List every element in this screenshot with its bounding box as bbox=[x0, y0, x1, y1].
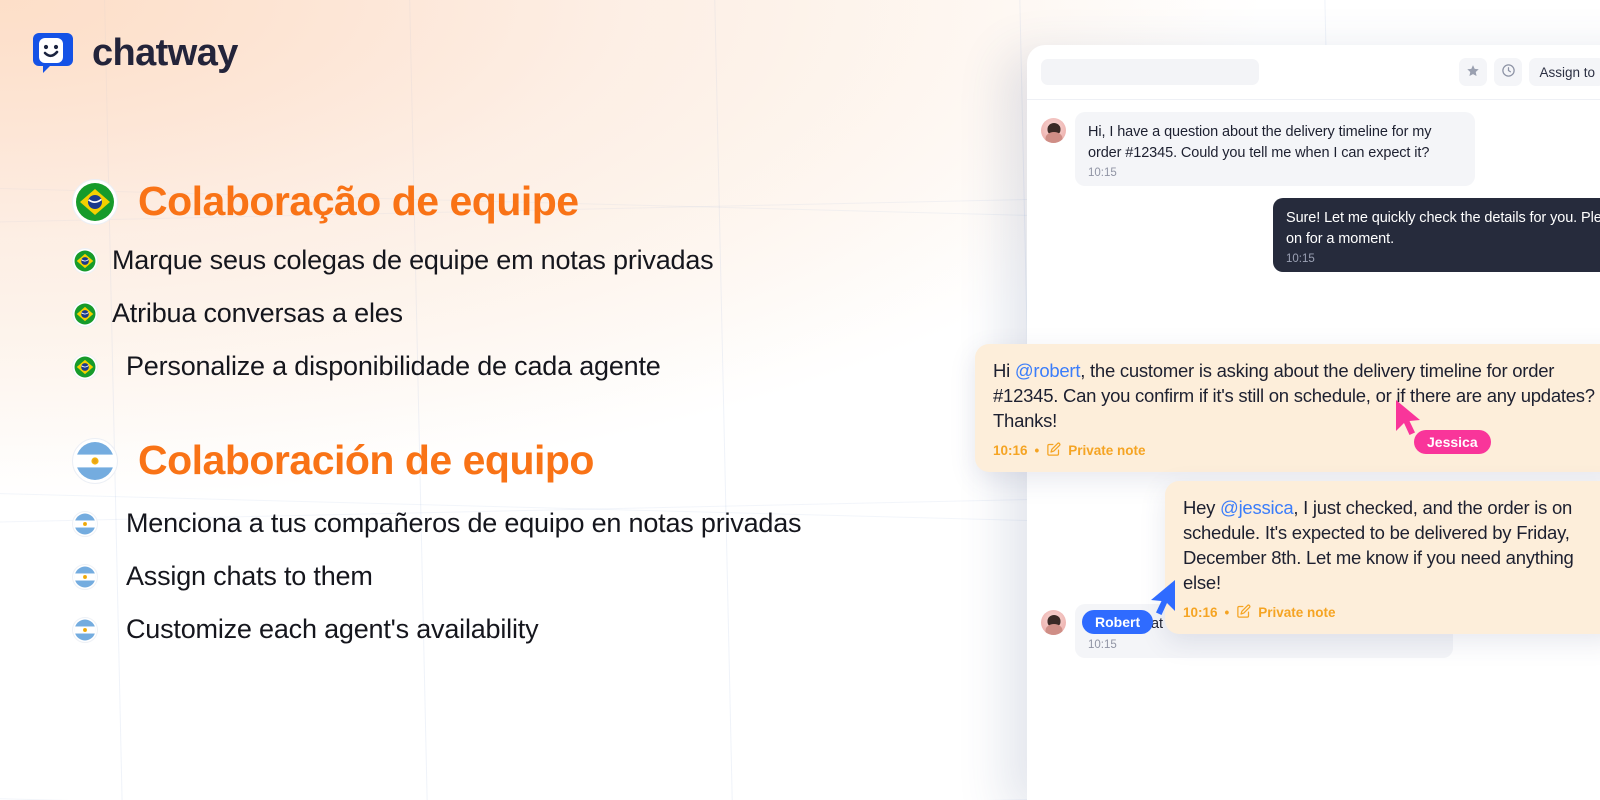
note-body: , the customer is asking about the deliv… bbox=[993, 360, 1595, 431]
list-item-label: Assign chats to them bbox=[126, 561, 373, 591]
header-actions: Assign to Res bbox=[1459, 58, 1600, 86]
message-time: 10:15 bbox=[1088, 167, 1117, 180]
message-text: Sure! Let me quickly check the details f… bbox=[1286, 210, 1600, 247]
brazil-flag-icon bbox=[72, 353, 98, 380]
message-time: 10:15 bbox=[1088, 639, 1117, 652]
argentina-flag-icon bbox=[72, 563, 98, 590]
section-title: Colaboración de equipo bbox=[138, 437, 594, 483]
list-item-label: Personalize a disponibilidade de cada ag… bbox=[126, 351, 661, 381]
cursor-label: Robert bbox=[1082, 610, 1154, 634]
cursor-robert: Robert bbox=[1082, 578, 1179, 634]
argentina-flag-icon bbox=[72, 616, 98, 643]
list-item-label: Menciona a tus compañeros de equipo en n… bbox=[126, 508, 802, 538]
list-item: Menciona a tus compañeros de equipo en n… bbox=[72, 508, 802, 539]
list-item-label: Customize each agent's availability bbox=[126, 614, 539, 644]
marketing-column: chatway Colaboração de equipe Marque seu… bbox=[0, 0, 1030, 800]
list-item: Customize each agent's availability bbox=[72, 614, 801, 645]
clock-icon bbox=[1501, 63, 1516, 81]
note-meta: 10:16 • Private note bbox=[993, 442, 1600, 460]
note-separator: • bbox=[1224, 605, 1230, 621]
table-row: Hi, I have a question about the delivery… bbox=[1041, 112, 1600, 187]
table-row: Sure! Let me quickly check the details f… bbox=[1041, 198, 1600, 273]
brazil-flag-icon bbox=[72, 178, 118, 225]
message-time: 10:15 bbox=[1286, 253, 1315, 266]
private-note-robert: Hey @jessica, I just checked, and the or… bbox=[1165, 481, 1600, 634]
note-separator: • bbox=[1034, 443, 1040, 459]
bullet-list-pt-br: Marque seus colegas de equipe em notas p… bbox=[72, 245, 714, 382]
section-heading-es-ar: Colaboración de equipo bbox=[72, 437, 801, 484]
chat-panel-header: Assign to Res bbox=[1027, 45, 1600, 100]
cursor-label: Jessica bbox=[1414, 430, 1491, 454]
section-heading-pt-br: Colaboração de equipe bbox=[72, 178, 713, 225]
mention-jessica[interactable]: @jessica bbox=[1220, 497, 1294, 518]
mention-robert[interactable]: @robert bbox=[1015, 360, 1081, 381]
brand-lockup: chatway bbox=[30, 30, 238, 76]
star-icon bbox=[1466, 64, 1480, 81]
list-item: Atribua conversas a eles bbox=[72, 298, 713, 329]
brazil-flag-icon bbox=[72, 300, 98, 327]
note-time: 10:16 bbox=[1183, 605, 1218, 621]
customer-avatar bbox=[1041, 118, 1066, 143]
message-bubble-outgoing: Sure! Let me quickly check the details f… bbox=[1273, 198, 1600, 273]
bullet-list-es-ar: Menciona a tus compañeros de equipo en n… bbox=[72, 508, 802, 645]
list-item: Assign chats to them bbox=[72, 561, 801, 592]
list-item-label: Marque seus colegas de equipe em notas p… bbox=[112, 245, 714, 275]
cursor-jessica: Jessica bbox=[1392, 398, 1491, 454]
message-bubble-incoming: Hi, I have a question about the delivery… bbox=[1075, 112, 1475, 187]
section-title: Colaboração de equipe bbox=[138, 178, 579, 224]
argentina-flag-icon bbox=[72, 437, 118, 484]
conversation-title-placeholder bbox=[1041, 59, 1259, 85]
assign-to-button[interactable]: Assign to bbox=[1529, 58, 1600, 86]
star-button[interactable] bbox=[1459, 58, 1488, 86]
brazil-flag-icon bbox=[72, 247, 98, 274]
section-es-ar: Colaboración de equipo Menciona a tus co… bbox=[72, 437, 802, 645]
pencil-square-icon bbox=[1236, 604, 1251, 622]
note-meta: 10:16 • Private note bbox=[1183, 604, 1600, 622]
private-note-jessica: Hi @robert, the customer is asking about… bbox=[975, 344, 1600, 472]
note-label: Private note bbox=[1068, 443, 1146, 459]
section-pt-br: Colaboração de equipe Marque seus colega… bbox=[72, 178, 714, 382]
customer-avatar bbox=[1041, 610, 1066, 636]
list-item: Personalize a disponibilidade de cada ag… bbox=[72, 351, 713, 382]
list-item: Marque seus colegas de equipe em notas p… bbox=[72, 245, 714, 276]
note-prefix: Hey bbox=[1183, 497, 1221, 518]
message-text: Hi, I have a question about the delivery… bbox=[1088, 124, 1432, 161]
argentina-flag-icon bbox=[72, 510, 98, 537]
brand-name: chatway bbox=[92, 31, 238, 74]
chat-smiley-icon bbox=[30, 30, 76, 76]
list-item-label: Atribua conversas a eles bbox=[112, 298, 403, 328]
note-text: Hey @jessica, I just checked, and the or… bbox=[1183, 496, 1600, 596]
note-time: 10:16 bbox=[993, 443, 1028, 459]
note-text: Hi @robert, the customer is asking about… bbox=[993, 359, 1600, 434]
note-label: Private note bbox=[1258, 605, 1336, 621]
snooze-button[interactable] bbox=[1494, 58, 1523, 86]
assign-to-label: Assign to bbox=[1539, 64, 1595, 80]
note-prefix: Hi bbox=[993, 360, 1015, 381]
pencil-square-icon bbox=[1046, 442, 1061, 460]
